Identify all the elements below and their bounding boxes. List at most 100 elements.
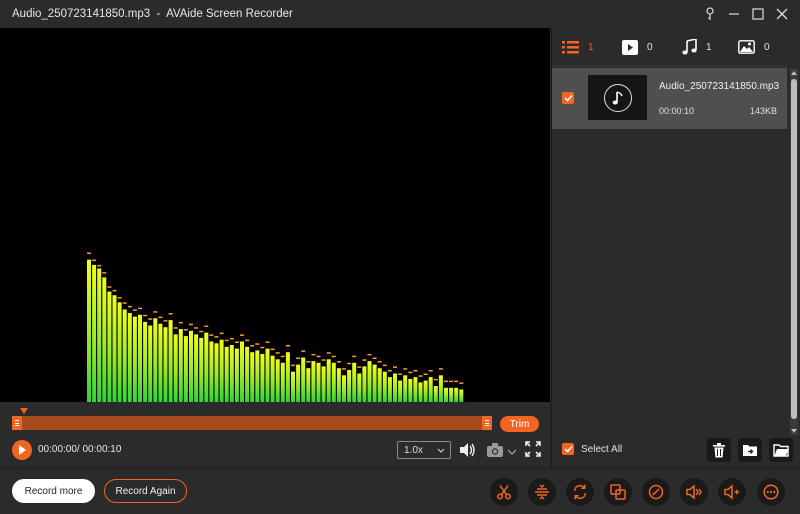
trim-start-handle[interactable] (12, 416, 22, 430)
spectrum-peak (214, 336, 219, 338)
spectrum-peak (433, 378, 438, 381)
maximize-button[interactable] (746, 0, 770, 28)
spectrum-bar (255, 350, 260, 402)
play-button[interactable] (12, 440, 32, 460)
audio-preview (0, 28, 550, 402)
filter-video[interactable]: 0 (622, 39, 653, 55)
spectrum-peak (280, 355, 285, 358)
trim-button[interactable]: Trim (500, 416, 539, 432)
list-icon (562, 40, 579, 53)
open-folder-button[interactable] (769, 438, 793, 462)
scroll-down-arrow[interactable] (791, 429, 797, 433)
delete-button[interactable] (707, 438, 731, 462)
spectrum-peak (132, 309, 137, 311)
spectrum-peak (321, 359, 326, 361)
window-controls (698, 0, 794, 28)
spectrum-bar (347, 370, 352, 402)
speed-select[interactable]: 1.0x (397, 441, 451, 459)
edit-metadata-tool-button[interactable] (642, 478, 670, 506)
select-all[interactable]: Select All (562, 443, 622, 455)
spectrum-peak (209, 334, 214, 336)
minimize-button[interactable] (722, 0, 746, 28)
spectrum-peak (245, 339, 250, 342)
spectrum-peak (423, 373, 428, 375)
close-button[interactable] (770, 0, 794, 28)
spectrum-peak (224, 339, 229, 342)
spectrum-bar (275, 359, 280, 402)
spectrum-peak (459, 382, 464, 384)
spectrum-peak (372, 357, 377, 359)
spectrum-peak (122, 302, 127, 304)
select-all-checkbox[interactable] (562, 443, 574, 455)
image-icon (738, 40, 755, 54)
fullscreen-icon[interactable] (525, 441, 541, 460)
spectrum-bar (117, 302, 122, 402)
spectrum-bar (372, 364, 377, 402)
merge-tool-button[interactable] (604, 478, 632, 506)
filter-video-count: 0 (647, 41, 653, 53)
spectrum-bar (438, 375, 443, 402)
filter-all[interactable]: 1 (562, 40, 594, 54)
spectrum-bar (87, 259, 91, 402)
spectrum-peak (347, 362, 352, 365)
playhead-marker[interactable] (20, 408, 28, 414)
spectrum-peak (301, 350, 306, 352)
more-tools-button[interactable] (757, 478, 785, 506)
spectrum-bar (285, 352, 290, 402)
item-checkbox[interactable] (562, 92, 574, 104)
record-more-button[interactable]: Record more (12, 479, 95, 503)
spectrum-peak (229, 337, 234, 340)
volume-icon[interactable] (458, 441, 476, 462)
spectrum-bar (153, 318, 158, 402)
list-scrollbar[interactable] (790, 69, 798, 435)
pin-icon[interactable] (698, 0, 722, 28)
spectrum-bar (377, 368, 382, 402)
spectrum-peak (260, 346, 265, 349)
spectrum-bar (163, 327, 168, 402)
media-filter-bar: 1 0 1 0 (552, 28, 800, 66)
spectrum-peak (255, 343, 260, 345)
spectrum-peak (428, 370, 433, 372)
scrollbar-thumb[interactable] (791, 79, 797, 419)
scroll-up-arrow[interactable] (791, 71, 797, 75)
spectrum-bar (398, 380, 403, 402)
spectrum-bar (331, 362, 336, 402)
filter-image[interactable]: 0 (738, 40, 770, 54)
spectrum-peak (250, 345, 255, 347)
compress-audio-tool-button[interactable] (680, 478, 708, 506)
spectrum-bar (199, 337, 204, 402)
record-again-button[interactable]: Record Again (104, 479, 187, 503)
trim-timeline[interactable] (12, 416, 492, 430)
spectrum-peak (377, 361, 382, 363)
select-all-label: Select All (581, 443, 623, 455)
spectrum-bar (413, 377, 418, 402)
spectrum-bar (97, 268, 102, 402)
snapshot-dropdown-icon[interactable] (507, 445, 517, 459)
split-tool-button[interactable] (528, 478, 556, 506)
spectrum-bar (357, 373, 362, 402)
convert-icon (573, 484, 587, 500)
spectrum-bar (408, 378, 413, 402)
spectrum-peak (326, 352, 331, 354)
convert-tool-button[interactable] (566, 478, 594, 506)
spectrum-bar (107, 291, 112, 402)
checkmark-icon (563, 94, 573, 102)
list-item[interactable]: Audio_250723141850.mp3 00:00:10 143KB (552, 68, 787, 129)
export-to-folder-button[interactable] (738, 438, 762, 462)
chevron-down-icon (437, 448, 445, 453)
scissors-icon (496, 485, 512, 500)
media-panel: 1 0 1 0 Audio_250723141850.mp3 00:00:10 … (551, 28, 800, 468)
spectrum-bar (433, 386, 438, 402)
spectrum-peak (178, 321, 183, 324)
spectrum-peak (393, 366, 397, 368)
audio-spectrum (87, 252, 464, 402)
snapshot-icon[interactable] (486, 442, 504, 461)
volume-boost-tool-button[interactable] (718, 478, 746, 506)
spectrum-bar (336, 368, 341, 402)
spectrum-peak (413, 370, 418, 372)
spectrum-bar (143, 321, 148, 402)
trim-end-handle[interactable] (482, 416, 492, 430)
filter-audio[interactable]: 1 (682, 39, 712, 55)
merge-icon (610, 484, 626, 500)
scissors-tool-button[interactable] (490, 478, 518, 506)
